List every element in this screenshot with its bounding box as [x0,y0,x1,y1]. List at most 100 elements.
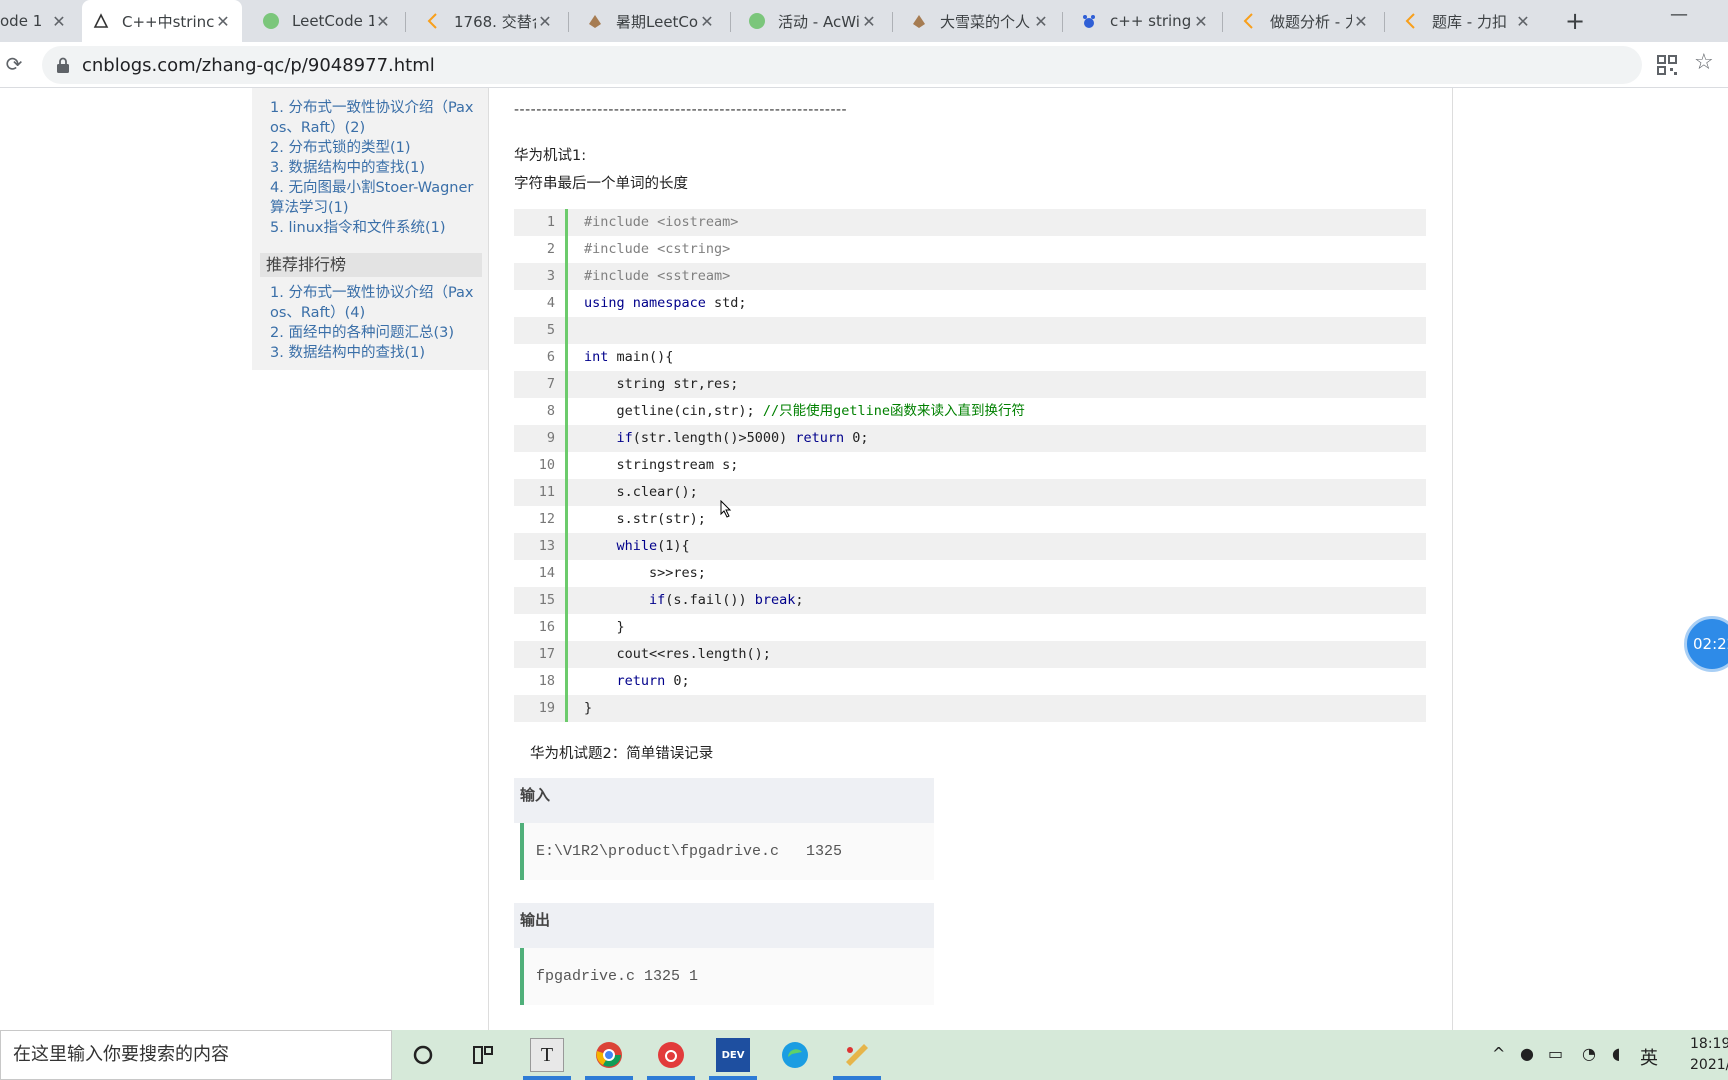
acwing-icon [262,12,280,30]
sidebar-link[interactable]: 1. 分布式一致性协议介绍（Pax [252,98,488,118]
close-icon[interactable]: ✕ [1514,12,1532,31]
taskbar-search-input[interactable]: 在这里输入你要搜索的内容 [0,1030,392,1080]
url-text: cnblogs.com/zhang-qc/p/9048977.html [82,55,435,76]
close-icon[interactable]: ✕ [50,12,68,31]
active-app-indicator [647,1076,695,1080]
sidebar: 1. 分布式一致性协议介绍（Pax os、Raft）(2) 2. 分布式锁的类型… [252,88,488,370]
code-line: 1 #include <iostream> [514,209,1426,236]
sidebar-link[interactable]: 4. 无向图最小割Stoer-Wagner [252,178,488,198]
sidebar-link[interactable]: 2. 分布式锁的类型(1) [252,138,488,158]
code-line: 6 int main(){ [514,344,1426,371]
code-line: 11 s.clear(); [514,479,1426,506]
edge-icon[interactable] [778,1038,812,1072]
bookmark-star-icon[interactable]: ☆ [1694,50,1714,75]
output-box: 输出 fpgadrive.c 1325 1 [514,903,934,1005]
tab-7[interactable]: c++ strings ✕ [1070,0,1220,42]
leetcode-icon [424,12,442,30]
qr-code-icon[interactable] [1656,54,1678,76]
close-icon[interactable]: ✕ [1352,12,1370,31]
tab-5[interactable]: 活动 - AcWi ✕ [738,0,888,42]
output-value: fpgadrive.c 1325 1 [520,948,934,1005]
tab-3[interactable]: 1768. 交替合 ✕ [414,0,564,42]
code-line: 19} [514,695,1426,722]
tab-8[interactable]: 做题分析 - 力 ✕ [1230,0,1380,42]
browser-toolbar: ⟳ cnblogs.com/zhang-qc/p/9048977.html [0,42,1728,88]
volume-icon[interactable]: ◖ [1612,1044,1620,1063]
active-app-indicator [709,1076,757,1080]
code-line: 2 #include <cstring> [514,236,1426,263]
clock[interactable]: 18:19 2021/2/ [1690,1034,1728,1076]
tab-4[interactable]: 暑期LeetCo ✕ [576,0,726,42]
close-icon[interactable]: ✕ [1032,12,1050,31]
sidebar-link[interactable]: 5. linux指令和文件系统(1) [252,218,488,238]
sidebar-list-recent: 1. 分布式一致性协议介绍（Pax os、Raft）(2) 2. 分布式锁的类型… [252,98,488,238]
clock-time: 18:19 [1690,1036,1728,1052]
sidebar-link[interactable]: 算法学习(1) [252,198,488,218]
close-icon[interactable]: ✕ [1192,12,1210,31]
page-content: 1. 分布式一致性协议介绍（Pax os、Raft）(2) 2. 分布式锁的类型… [0,88,1728,1030]
clock-date: 2021/2/ [1690,1057,1728,1073]
floating-timer[interactable]: 02:22 [1684,616,1728,672]
tab-0[interactable]: ode 1 ✕ [0,0,78,42]
acwing-icon [586,12,604,30]
close-icon[interactable]: ✕ [374,12,392,31]
code-line: 8 getline(cin,str); //只能使用getline函数来读入直到… [514,398,1426,425]
code-line: 12 s.str(str); [514,506,1426,533]
sidebar-link[interactable]: os、Raft）(4) [252,303,488,323]
cortana-icon[interactable] [406,1038,440,1072]
text-editor-icon[interactable]: T [530,1038,564,1072]
sidebar-link[interactable]: 3. 数据结构中的查找(1) [252,158,488,178]
input-box: 输入 E:\V1R2\product\fpgadrive.c 1325 [514,778,934,880]
acwing-icon [748,12,766,30]
input-label: 输入 [514,778,934,823]
close-icon[interactable]: ✕ [698,12,716,31]
show-hidden-icons[interactable]: ^ [1492,1044,1505,1063]
ime-indicator[interactable]: 英 [1640,1044,1658,1070]
sidebar-link[interactable]: 2. 面经中的各种问题汇总(3) [252,323,488,343]
tab-6[interactable]: 大雪菜的个人 ✕ [900,0,1060,42]
close-icon[interactable]: ✕ [214,12,232,31]
active-app-indicator [523,1076,571,1080]
battery-icon[interactable]: ▭ [1548,1044,1563,1063]
sidebar-link[interactable]: os、Raft）(2) [252,118,488,138]
address-bar[interactable]: cnblogs.com/zhang-qc/p/9048977.html [42,46,1642,84]
reload-icon[interactable]: ⟳ [2,52,26,76]
wifi-icon[interactable]: ◔ [1582,1044,1596,1063]
cnblogs-icon [92,12,110,30]
tab-2[interactable]: LeetCode 1 ✕ [252,0,402,42]
netease-music-icon[interactable] [654,1038,688,1072]
minimize-button[interactable]: — [1670,4,1690,25]
active-app-indicator [585,1076,633,1080]
chrome-icon[interactable] [592,1038,626,1072]
baidu-icon [1080,12,1098,30]
acwing-icon [910,12,928,30]
close-icon[interactable]: ✕ [860,12,878,31]
sidebar-link[interactable]: 1. 分布式一致性协议介绍（Pax [252,283,488,303]
tab-separator [568,12,569,32]
tab-separator [1384,12,1385,32]
tab-bar: ode 1 ✕ C++中strinc ✕ LeetCode 1 ✕ 1768. … [0,0,1728,42]
code-line: 13 while(1){ [514,533,1426,560]
code-line: 7 string str,res; [514,371,1426,398]
code-line: 4 using namespace std; [514,290,1426,317]
recommend-ranking-heading: 推荐排行榜 [260,253,482,277]
code-line: 15 if(s.fail()) break; [514,587,1426,614]
tab-separator [1222,12,1223,32]
content-border [488,88,489,1030]
tab-separator [405,12,406,32]
new-tab-button[interactable]: + [1560,6,1590,36]
tab-9[interactable]: 题库 - 力扣 ✕ [1392,0,1542,42]
code-line: 9 if(str.length()>5000) return 0; [514,425,1426,452]
tab-separator [1062,12,1063,32]
task-view-icon[interactable] [466,1038,500,1072]
close-icon[interactable]: ✕ [536,12,554,31]
qq-icon[interactable]: ● [1520,1044,1534,1063]
active-app-indicator [833,1076,881,1080]
tab-1[interactable]: C++中strinc ✕ [82,0,242,42]
code-line: 17 cout<<res.length(); [514,641,1426,668]
paint-icon[interactable] [840,1038,874,1072]
sidebar-link[interactable]: 3. 数据结构中的查找(1) [252,343,488,363]
devcpp-icon[interactable]: DEV [716,1038,750,1072]
code-line: 10 stringstream s; [514,452,1426,479]
leetcode-icon [1240,12,1258,30]
